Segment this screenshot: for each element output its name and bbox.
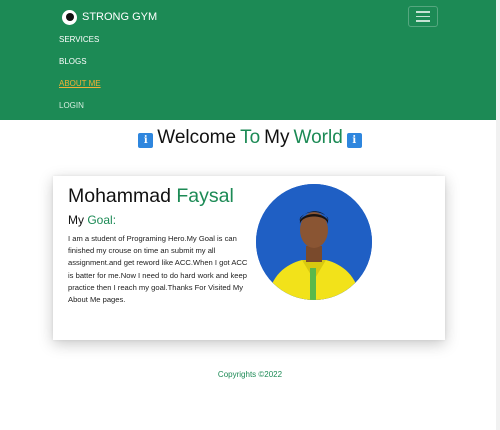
nav-item-services[interactable]: SERVICES	[59, 35, 99, 44]
title-word-welcome: Welcome	[157, 127, 237, 148]
title-word-my: My	[264, 127, 290, 148]
goal-text: I am a student of Programing Hero.My Goa…	[68, 234, 248, 305]
nav-item-about-me[interactable]: ABOUT ME	[59, 79, 101, 88]
profile-photo	[256, 184, 372, 300]
info-icon: i	[138, 132, 154, 148]
goal-heading: My Goal:	[68, 213, 117, 227]
nav-item-blogs[interactable]: BLOGS	[59, 57, 87, 66]
hamburger-menu-icon	[416, 11, 430, 13]
nav-item-login[interactable]: LOGIN	[59, 101, 84, 110]
brand-name: STRONG GYM	[82, 11, 158, 23]
navbar-toggler-button[interactable]	[408, 6, 438, 27]
title-word-to: To	[240, 127, 261, 148]
profile-name: Mohammad Faysal	[68, 185, 234, 208]
page-title: i Welcome To My World i	[0, 126, 500, 150]
brand-link[interactable]: STRONG GYM	[62, 8, 157, 26]
first-name: Mohammad	[68, 185, 171, 207]
last-name: Faysal	[176, 185, 234, 207]
page-scrollbar[interactable]	[496, 0, 500, 430]
footer-copyright: Copyrights ©2022	[217, 370, 283, 379]
navbar: STRONG GYM SERVICES BLOGS ABOUT ME LOGIN	[0, 0, 500, 120]
info-icon: i	[346, 132, 362, 148]
gym-logo-icon	[62, 9, 77, 25]
title-word-world: World	[293, 127, 343, 148]
profile-card: Mohammad Faysal My Goal: I am a student …	[53, 176, 445, 340]
